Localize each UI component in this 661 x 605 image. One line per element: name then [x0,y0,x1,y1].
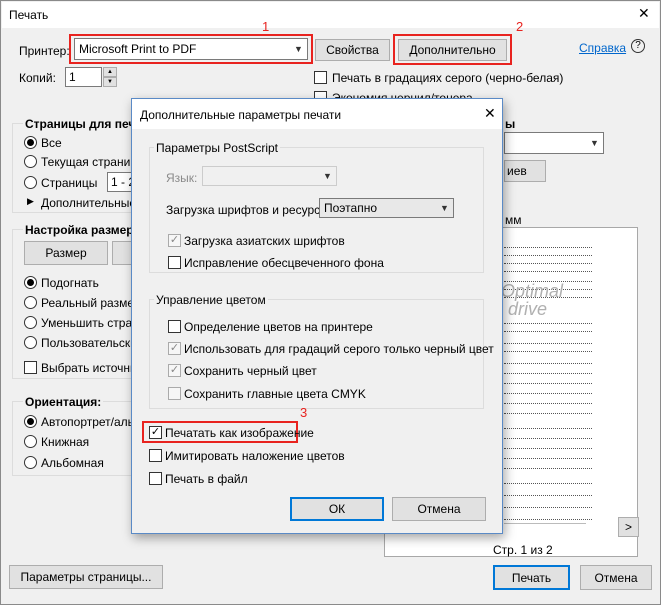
asian-fonts-label: Загрузка азиатских шрифтов [184,234,345,248]
chevron-down-icon: ▼ [440,203,449,213]
print-to-file-checkbox[interactable] [149,472,162,485]
chevron-down-icon: ▼ [590,138,599,148]
pages-current-radio[interactable] [24,155,37,168]
font-download-label: Загрузка шрифтов и ресурсов: [166,203,337,217]
postscript-group-title: Параметры PostScript [154,141,280,155]
copies-label: Копий: [19,71,56,85]
summary-button[interactable]: иев [504,160,546,182]
copies-input[interactable]: 1 [65,67,102,87]
fix-background-label: Исправление обесцвеченного фона [184,256,384,270]
print-as-image-label: Печатать как изображение [165,426,314,440]
marker-1: 1 [262,19,270,34]
title-bar: Печать ✕ [2,2,659,28]
dialog-close-icon[interactable]: ✕ [484,106,496,122]
highlight-box-2 [393,34,512,65]
actual-size-radio[interactable] [24,296,37,309]
simulate-overprint-checkbox[interactable] [149,449,162,462]
spin-down-icon[interactable]: ▼ [103,77,117,87]
keep-cmyk-checkbox[interactable] [168,387,181,400]
black-for-gray-label: Использовать для градаций серого только … [184,342,494,356]
spin-up-icon[interactable]: ▲ [103,67,117,77]
fit-label: Подогнать [41,276,99,290]
print-as-image-checkbox[interactable]: ✓ [149,426,162,439]
pages-range-radio[interactable] [24,176,37,189]
orientation-landscape-label: Альбомная [41,456,104,470]
printer-color-label: Определение цветов на принтере [184,320,373,334]
watermark-line2: drive [508,299,548,319]
size-fragment: мм [505,213,522,227]
page-counter: Стр. 1 из 2 [493,543,553,557]
shrink-radio[interactable] [24,316,37,329]
dialog-title-bar: Дополнительные параметры печати ✕ [132,99,502,129]
page-slider-track[interactable] [504,523,586,524]
window-title: Печать [9,8,49,22]
keep-cmyk-label: Сохранить главные цвета CMYK [184,387,366,401]
marker-3: 3 [300,405,308,420]
orientation-portrait-label: Книжная [41,435,90,449]
grayscale-label: Печать в градациях серого (черно-белая) [332,71,564,85]
orientation-group-title: Ориентация: [23,395,104,409]
advanced-settings-dialog: Дополнительные параметры печати ✕ Параме… [131,98,503,534]
orientation-portrait-radio[interactable] [24,435,37,448]
dialog-cancel-button[interactable]: Отмена [392,497,486,521]
pages-current-label: Текущая страница [41,155,144,169]
pages-all-label: Все [41,136,62,150]
language-label: Язык: [166,171,198,185]
language-select[interactable]: ▼ [202,166,337,186]
close-icon[interactable]: ✕ [638,6,650,22]
printer-label: Принтер: [19,44,70,58]
size-button-2[interactable] [112,241,133,265]
properties-button[interactable]: Свойства [315,39,390,61]
pages-range-input[interactable]: 1 - 2 [107,172,133,192]
help-icon[interactable]: ? [631,39,645,53]
triangle-right-icon[interactable]: ▶ [27,196,34,207]
next-page-button[interactable]: > [618,517,639,537]
dialog-ok-button[interactable]: ОК [290,497,384,521]
marker-2: 2 [516,19,524,34]
orientation-auto-radio[interactable] [24,415,37,428]
simulate-overprint-label: Имитировать наложение цветов [165,449,345,463]
fit-radio[interactable] [24,276,37,289]
highlight-box-1 [69,34,313,64]
dialog-title: Дополнительные параметры печати [140,108,342,122]
keep-black-checkbox[interactable]: ✓ [168,364,181,377]
chevron-down-icon: ▼ [323,171,332,181]
keep-black-label: Сохранить черный цвет [184,364,317,378]
printer-color-checkbox[interactable] [168,320,181,333]
cancel-button[interactable]: Отмена [580,565,652,590]
help-link[interactable]: Справка [579,41,626,55]
preview-text-lines [504,233,624,533]
black-for-gray-checkbox[interactable]: ✓ [168,342,181,355]
actual-size-label: Реальный размер [41,296,141,310]
custom-scale-radio[interactable] [24,336,37,349]
grayscale-checkbox[interactable] [314,71,327,84]
orientation-landscape-radio[interactable] [24,456,37,469]
comments-group-title-fragment: ы [505,117,516,131]
pages-range-label: Страницы [41,176,98,190]
pages-all-radio[interactable] [24,136,37,149]
font-download-value: Поэтапно [324,201,377,215]
print-button[interactable]: Печать [493,565,570,590]
page-setup-button[interactable]: Параметры страницы... [9,565,163,589]
asian-fonts-checkbox[interactable]: ✓ [168,234,181,247]
fix-background-checkbox[interactable] [168,256,181,269]
paper-source-checkbox[interactable] [24,361,37,374]
comments-select[interactable]: ▼ [504,132,604,154]
print-to-file-label: Печать в файл [165,472,248,486]
color-management-group-title: Управление цветом [154,293,268,307]
size-button[interactable]: Размер [24,241,108,265]
font-download-select[interactable]: Поэтапно ▼ [319,198,454,218]
